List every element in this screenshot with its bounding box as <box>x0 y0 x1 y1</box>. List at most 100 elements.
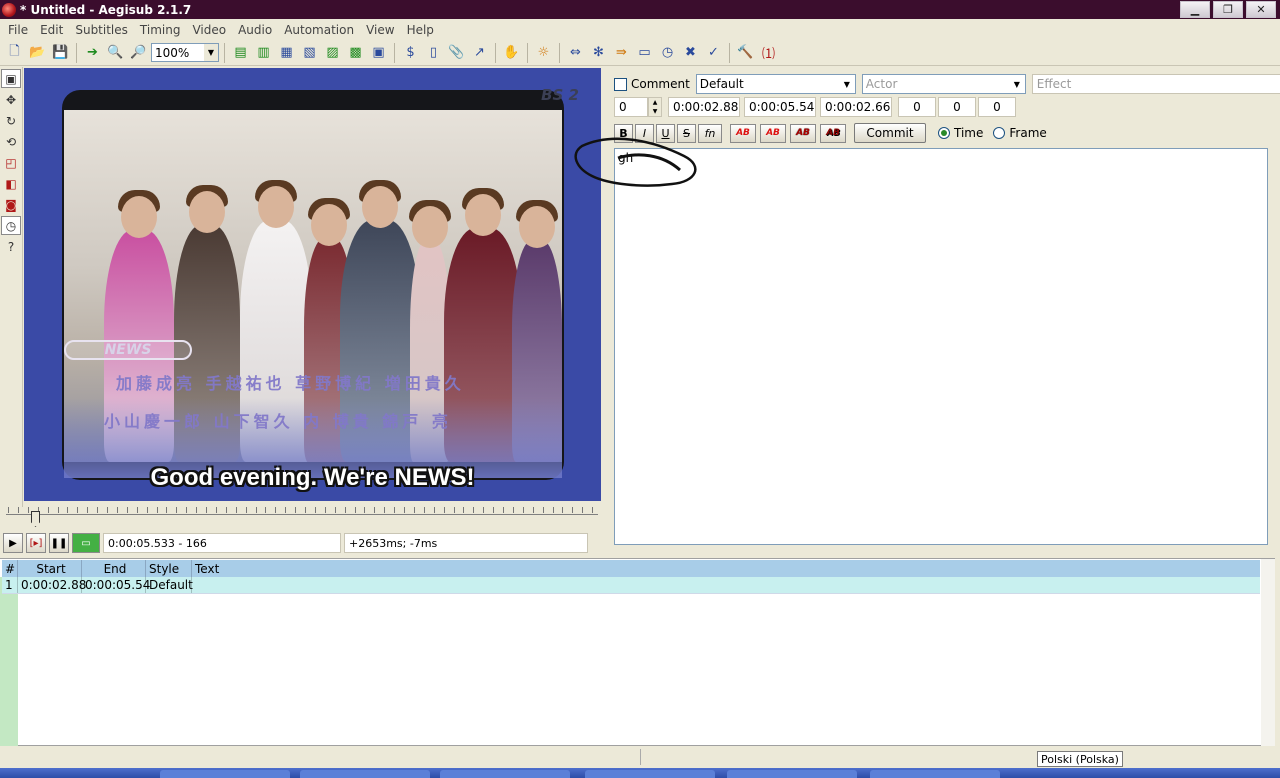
clock-icon[interactable]: ◷ <box>657 42 678 63</box>
timing-post-processor-icon[interactable]: ⇔ <box>565 42 586 63</box>
secondary-color-button[interactable]: AB <box>760 123 786 143</box>
play-line-icon[interactable]: [▸] <box>26 533 46 553</box>
fonts-collector-icon[interactable]: ↗ <box>469 42 490 63</box>
zoom-out-icon[interactable]: 🔎 <box>128 42 149 63</box>
language-indicator[interactable]: Polski (Polska) <box>1037 751 1123 767</box>
seek-tick <box>8 507 9 513</box>
seek-tick <box>206 507 207 513</box>
outline-color-button[interactable]: AB <box>790 123 816 143</box>
zoom-select[interactable]: 100% ▼ <box>151 43 219 62</box>
attachments-icon[interactable]: 📎 <box>446 42 467 63</box>
frame-radio[interactable] <box>993 127 1006 139</box>
properties-icon[interactable]: ▯ <box>423 42 444 63</box>
subtitle-text-input[interactable]: gh <box>614 148 1268 545</box>
shift-times-icon[interactable]: ⇛ <box>611 42 632 63</box>
save-file-icon[interactable]: 💾 <box>50 42 71 63</box>
styles-manager-icon[interactable]: $ <box>400 42 421 63</box>
style-combo[interactable]: Default ▼ <box>695 74 856 94</box>
toolbar-separator <box>224 42 225 63</box>
rotate-xy-icon[interactable]: ⟲ <box>1 132 21 151</box>
title-bar: * Untitled - Aegisub 2.1.7 ▁ ❐ ✕ <box>0 0 1280 19</box>
seek-tick <box>265 507 267 513</box>
kanji-timer-icon[interactable]: ✻ <box>588 42 609 63</box>
select-visible-icon[interactable]: ▤ <box>230 42 251 63</box>
seek-tick <box>443 507 445 513</box>
layer-spinner[interactable]: ▲ ▼ <box>648 97 662 117</box>
grid-scrollbar[interactable] <box>1261 559 1275 747</box>
shadow-color-button[interactable]: AB <box>820 123 846 143</box>
select-current-icon[interactable]: ▥ <box>253 42 274 63</box>
resample-icon[interactable]: ☼ <box>533 42 554 63</box>
commit-button[interactable]: Commit <box>854 123 926 143</box>
scale-icon[interactable]: ◰ <box>1 153 21 172</box>
seek-tick <box>126 507 128 513</box>
comment-checkbox[interactable] <box>614 77 627 91</box>
rotate-z-icon[interactable]: ↻ <box>1 111 21 130</box>
automation-icon[interactable]: ✋ <box>501 42 522 63</box>
menu-view[interactable]: View <box>360 23 400 37</box>
menu-automation[interactable]: Automation <box>278 23 360 37</box>
translation-assistant-icon[interactable]: ▭ <box>634 42 655 63</box>
snap-start-icon[interactable]: ▨ <box>322 42 343 63</box>
video-seek-bar[interactable] <box>4 503 600 529</box>
primary-color-button[interactable]: AB <box>730 123 756 143</box>
options-icon[interactable]: 🔨 <box>735 42 756 63</box>
standard-tool-icon[interactable]: ▣ <box>1 69 21 88</box>
table-row[interactable]: 1 0:00:02.88 0:00:05.54 Default <box>2 577 1260 594</box>
align-audio-icon[interactable]: ▧ <box>299 42 320 63</box>
seek-tick <box>295 507 297 513</box>
menu-subtitles[interactable]: Subtitles <box>69 23 134 37</box>
taskbar-button[interactable] <box>160 770 290 778</box>
clip-icon[interactable]: ◧ <box>1 174 21 193</box>
taskbar-button[interactable] <box>727 770 857 778</box>
seek-tick <box>57 507 59 513</box>
row-text <box>192 577 1260 593</box>
styling-assistant-icon[interactable]: ✖ <box>680 42 701 63</box>
actor-combo[interactable]: Actor ▼ <box>861 74 1026 94</box>
new-file-icon[interactable]: 🗋 <box>4 42 25 63</box>
vector-clip-icon[interactable]: ◙ <box>1 195 21 214</box>
menu-timing[interactable]: Timing <box>134 23 187 37</box>
ass-tags-icon[interactable]: ⑴ <box>758 42 779 63</box>
taskbar-button[interactable] <box>870 770 1000 778</box>
jump-to-icon[interactable]: ➔ <box>82 42 103 63</box>
seek-tick <box>116 507 118 513</box>
start-time-field[interactable]: 0:00:02.88 <box>668 97 740 117</box>
layer-field[interactable]: 0 <box>614 97 648 117</box>
margin-left-field[interactable]: 0 <box>898 97 936 117</box>
menu-edit[interactable]: Edit <box>34 23 69 37</box>
realtime-icon[interactable]: ◷ <box>1 216 21 235</box>
end-time-field[interactable]: 0:00:05.54 <box>744 97 816 117</box>
menu-help[interactable]: Help <box>401 23 440 37</box>
play-icon[interactable]: ▶ <box>3 533 23 553</box>
margin-vertical-field[interactable]: 0 <box>978 97 1016 117</box>
effect-field[interactable]: Effect <box>1031 74 1280 94</box>
minimize-button[interactable]: ▁ <box>1180 1 1210 18</box>
spell-checker-icon[interactable]: ✓ <box>703 42 724 63</box>
margin-right-field[interactable]: 0 <box>938 97 976 117</box>
video-display[interactable]: BS 2 NEWS 加藤成亮 手越祐也 草野博紀 増田貴久 小山慶一郎 山下智久… <box>24 68 601 501</box>
close-button[interactable]: ✕ <box>1246 1 1276 18</box>
time-radio[interactable] <box>938 127 950 139</box>
menu-audio[interactable]: Audio <box>232 23 278 37</box>
autoscroll-icon[interactable]: ▭ <box>72 533 100 553</box>
menu-file[interactable]: File <box>2 23 34 37</box>
taskbar-button[interactable] <box>585 770 715 778</box>
align-video-icon[interactable]: ▦ <box>276 42 297 63</box>
seek-tick <box>374 507 376 513</box>
drag-tool-icon[interactable]: ✥ <box>1 90 21 109</box>
video-time-field[interactable]: 0:00:05.533 - 166 <box>103 533 341 553</box>
taskbar-button[interactable] <box>440 770 570 778</box>
help-icon[interactable]: ? <box>1 237 21 256</box>
taskbar-button[interactable] <box>300 770 430 778</box>
pause-icon[interactable]: ❚❚ <box>49 533 69 553</box>
duration-field[interactable]: 0:00:02.66 <box>820 97 892 117</box>
zoom-in-icon[interactable]: 🔍 <box>105 42 126 63</box>
video-offset-field[interactable]: +2653ms; -7ms <box>344 533 588 553</box>
restore-button[interactable]: ❐ <box>1213 1 1243 18</box>
open-file-icon[interactable]: 📂 <box>27 42 48 63</box>
seek-thumb[interactable] <box>31 511 40 527</box>
snap-end-icon[interactable]: ▩ <box>345 42 366 63</box>
snap-scene-icon[interactable]: ▣ <box>368 42 389 63</box>
menu-video[interactable]: Video <box>186 23 232 37</box>
